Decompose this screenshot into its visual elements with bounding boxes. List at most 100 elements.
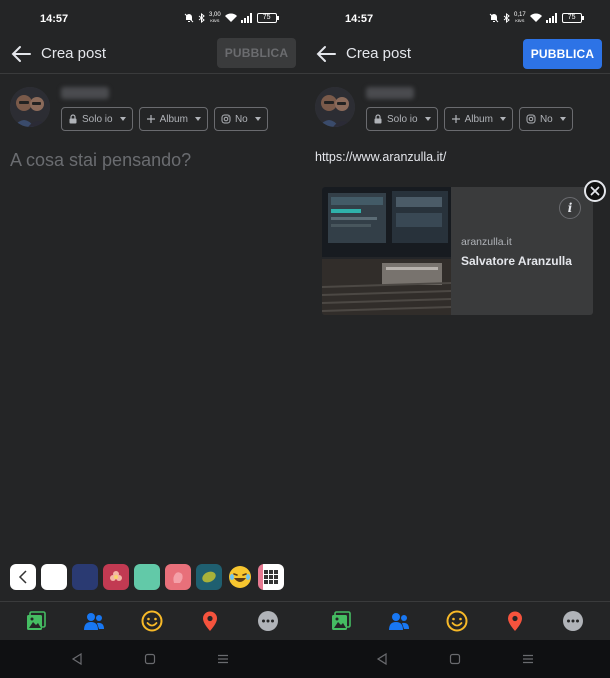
status-time: 14:57 <box>40 13 69 25</box>
album-selector[interactable]: Album <box>443 107 513 131</box>
avatar-photo <box>10 87 50 127</box>
more-icon[interactable] <box>562 610 584 632</box>
signal-icon <box>240 13 252 23</box>
album-label: Album <box>159 113 188 125</box>
swatch-navy[interactable] <box>72 564 98 590</box>
background-picker-toggle[interactable] <box>10 564 36 590</box>
chevron-down-icon <box>499 117 506 121</box>
link-preview-title: Salvatore Aranzulla <box>461 254 572 268</box>
more-icon[interactable] <box>257 610 279 632</box>
composer-actions-bar <box>305 601 610 640</box>
feeling-icon[interactable] <box>141 610 163 632</box>
mute-icon <box>184 13 194 23</box>
composer-header: Crea post PUBBLICA <box>0 38 305 70</box>
instagram-selector[interactable]: No <box>213 107 268 131</box>
swatch-flowers[interactable] <box>103 564 129 590</box>
chevron-down-icon <box>559 117 566 121</box>
leaf-icon <box>202 571 216 583</box>
audience-chips: Solo io Album No <box>366 107 573 131</box>
system-navigation-bar <box>0 640 610 678</box>
flower-icon <box>110 571 122 581</box>
location-icon[interactable] <box>504 610 526 632</box>
status-time: 14:57 <box>345 13 374 25</box>
avatar-photo <box>315 87 355 127</box>
battery-indicator: 75 <box>256 13 279 23</box>
swatch-mint[interactable] <box>134 564 160 590</box>
nav-home-icon[interactable] <box>143 652 157 666</box>
lock-icon <box>374 114 382 124</box>
album-label: Album <box>464 113 493 125</box>
wifi-icon <box>224 13 237 22</box>
chevron-down-icon <box>194 117 201 121</box>
username-blurred <box>366 87 414 99</box>
feeling-icon[interactable] <box>446 610 468 632</box>
post-text-input[interactable]: https://www.aranzulla.it/ <box>315 150 446 164</box>
publish-button[interactable]: PUBBLICA <box>523 39 602 69</box>
back-arrow-icon[interactable] <box>10 43 32 65</box>
nav-home-icon[interactable] <box>448 652 462 666</box>
album-selector[interactable]: Album <box>138 107 208 131</box>
privacy-label: Solo io <box>387 113 418 125</box>
swatch-laughing-emoji[interactable] <box>227 564 253 590</box>
instagram-icon <box>221 114 231 124</box>
grid-icon <box>264 570 278 584</box>
hand-icon <box>173 572 183 583</box>
publish-button-disabled[interactable]: PUBBLICA <box>217 38 296 68</box>
chevron-down-icon <box>424 117 431 121</box>
bluetooth-icon <box>198 13 205 23</box>
username-blurred <box>61 87 109 99</box>
avatar <box>10 87 50 127</box>
photo-icon[interactable] <box>25 610 47 632</box>
tag-people-icon[interactable] <box>83 610 105 632</box>
close-icon[interactable] <box>584 180 606 202</box>
page-title: Crea post <box>41 45 107 62</box>
header-divider <box>0 73 305 74</box>
page-title: Crea post <box>346 45 412 62</box>
nav-menu-icon[interactable] <box>216 652 230 666</box>
instagram-selector[interactable]: No <box>518 107 573 131</box>
chevron-down-icon <box>119 117 126 121</box>
composer-header: Crea post PUBBLICA <box>305 38 610 70</box>
instagram-label: No <box>539 113 553 125</box>
composer-link-screen: 14:57 0,17 KB/S 75 Crea post PUBBLICA So… <box>305 0 610 640</box>
swatch-white[interactable] <box>41 564 67 590</box>
swatch-pink-hand[interactable] <box>165 564 191 590</box>
status-icons: 0,17 KB/S 75 <box>489 12 584 24</box>
privacy-label: Solo io <box>82 113 113 125</box>
photo-icon[interactable] <box>330 610 352 632</box>
nav-back-icon[interactable] <box>375 652 389 666</box>
instagram-label: No <box>234 113 248 125</box>
nav-menu-icon[interactable] <box>521 652 535 666</box>
post-text-placeholder[interactable]: A cosa stai pensando? <box>10 150 191 171</box>
status-bar: 14:57 3,00 KB/S 75 <box>0 0 305 38</box>
status-icons: 3,00 KB/S 75 <box>184 12 279 24</box>
network-speed: 0,17 KB/S <box>514 12 526 23</box>
location-icon[interactable] <box>199 610 221 632</box>
privacy-selector[interactable]: Solo io <box>366 107 438 131</box>
laughing-emoji-icon <box>229 566 251 588</box>
link-preview-domain: aranzulla.it <box>461 236 512 248</box>
chevron-left-icon <box>18 570 27 584</box>
link-preview-card[interactable]: aranzulla.it Salvatore Aranzulla i <box>322 187 593 315</box>
signal-icon <box>545 13 557 23</box>
header-divider <box>305 73 610 74</box>
back-arrow-icon[interactable] <box>315 43 337 65</box>
nav-back-icon[interactable] <box>70 652 84 666</box>
instagram-icon <box>526 114 536 124</box>
mute-icon <box>489 13 499 23</box>
plus-icon <box>451 115 460 123</box>
tag-people-icon[interactable] <box>388 610 410 632</box>
audience-chips: Solo io Album No <box>61 107 268 131</box>
link-preview-thumbnail <box>322 187 451 315</box>
battery-indicator: 75 <box>561 13 584 23</box>
swatch-teal-abstract[interactable] <box>196 564 222 590</box>
plus-icon <box>146 115 155 123</box>
background-grid-button[interactable] <box>258 564 284 590</box>
network-speed: 3,00 KB/S <box>209 12 221 23</box>
info-icon[interactable]: i <box>559 197 581 219</box>
composer-actions-bar <box>0 601 305 640</box>
bluetooth-icon <box>503 13 510 23</box>
composer-empty-screen: 14:57 3,00 KB/S 75 Crea post PUBBLICA So… <box>0 0 305 640</box>
privacy-selector[interactable]: Solo io <box>61 107 133 131</box>
avatar <box>315 87 355 127</box>
